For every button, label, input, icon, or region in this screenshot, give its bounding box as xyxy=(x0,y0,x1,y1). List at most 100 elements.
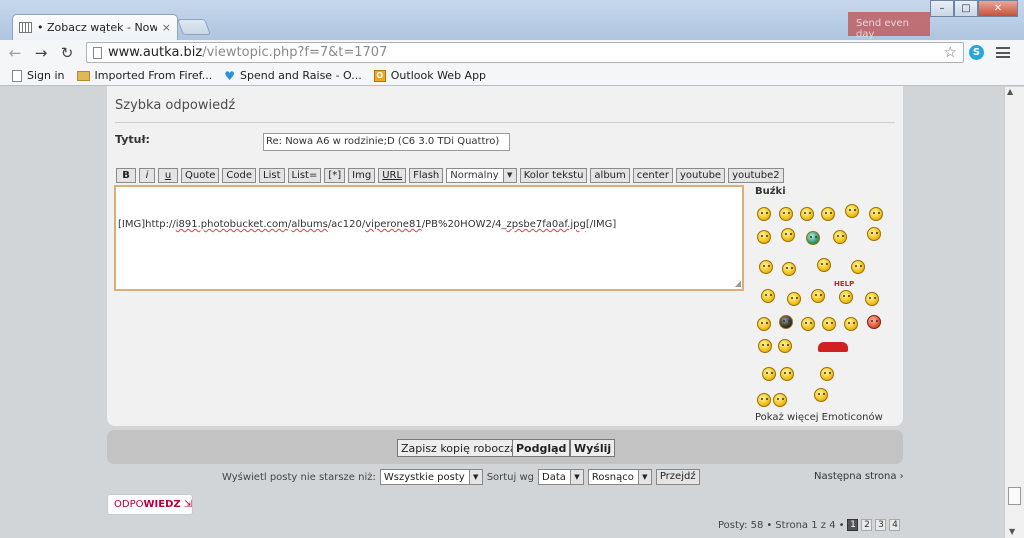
album-button[interactable]: album xyxy=(590,168,630,183)
party-emoticon-icon[interactable] xyxy=(759,260,773,274)
roll-eyes-emoticon-icon[interactable] xyxy=(757,317,771,331)
url-path: /viewtopic.php?f=7&t=1707 xyxy=(202,45,388,60)
scroll-up-arrow-icon[interactable]: ▲ xyxy=(1007,87,1013,96)
url-button[interactable]: URL xyxy=(378,168,407,183)
worried-emoticon-icon[interactable] xyxy=(822,317,836,331)
red-car-emoticon-icon[interactable] xyxy=(818,342,848,352)
underline-button[interactable]: u xyxy=(158,168,178,183)
back-arrow-icon[interactable]: ← xyxy=(4,42,26,64)
message-textarea[interactable]: [IMG]http://i891.photobucket.com/albums/… xyxy=(114,185,744,291)
preview-button[interactable]: Podgląd xyxy=(512,439,571,457)
bookmark-spend-and-raise[interactable]: ♥ Spend and Raise - O... xyxy=(224,69,362,83)
bookmark-outlook[interactable]: O Outlook Web App xyxy=(373,69,486,82)
drooling-emoticon-icon[interactable] xyxy=(806,231,820,245)
forum-favicon-icon xyxy=(19,22,32,33)
next-page-link[interactable]: Następna strona › xyxy=(814,471,904,482)
list-item-button[interactable]: [*] xyxy=(324,168,346,183)
page-2-link[interactable]: 2 xyxy=(861,519,873,531)
tab-close-icon[interactable]: × xyxy=(162,21,171,34)
scroll-down-arrow-icon[interactable]: ▼ xyxy=(1009,527,1015,536)
laugh-emoticon-icon[interactable] xyxy=(833,230,847,244)
rolling-emoticon-icon[interactable] xyxy=(778,339,792,353)
bookmark-star-icon[interactable]: ☆ xyxy=(944,43,957,61)
italic-button[interactable]: i xyxy=(139,168,155,183)
chevron-down-icon: ▼ xyxy=(468,470,482,484)
sort-direction-select[interactable]: Rosnąco ▼ xyxy=(587,469,652,485)
bold-button[interactable]: B xyxy=(116,168,136,183)
drinking-emoticon-icon[interactable] xyxy=(780,367,794,381)
ninja-emoticon-icon[interactable] xyxy=(779,315,793,329)
group-emoticon-icon[interactable] xyxy=(757,393,771,407)
flash-button[interactable]: Flash xyxy=(409,168,444,183)
confused-emoticon-icon[interactable] xyxy=(787,292,801,306)
chevron-down-icon: ▼ xyxy=(502,169,516,182)
neutral-emoticon-icon[interactable] xyxy=(801,317,815,331)
chrome-menu-icon[interactable] xyxy=(994,44,1012,61)
cheers-emoticon-icon[interactable] xyxy=(762,367,776,381)
hug-emoticon-icon[interactable] xyxy=(773,393,787,407)
go-button[interactable]: Przejdź xyxy=(655,469,700,485)
evil-emoticon-icon[interactable] xyxy=(758,339,772,353)
minimize-button[interactable]: – xyxy=(930,0,954,17)
center-button[interactable]: center xyxy=(632,168,673,183)
code-button[interactable]: Code xyxy=(222,168,257,183)
pagination: Posty: 58 • Strona 1 z 4 • 1 2 3 4 xyxy=(718,519,901,531)
close-window-button[interactable]: ✕ xyxy=(978,0,1018,17)
display-days-select[interactable]: Wszystkie posty ▼ xyxy=(379,469,483,485)
subject-input[interactable]: Re: Nowa A6 w rodzinie;D (C6 3.0 TDi Qua… xyxy=(263,133,510,151)
submit-button[interactable]: Wyślij xyxy=(570,439,616,457)
quote-button[interactable]: Quote xyxy=(181,168,220,183)
img-button[interactable]: Img xyxy=(348,168,376,183)
ordered-list-button[interactable]: List= xyxy=(287,168,322,183)
thinking-emoticon-icon[interactable] xyxy=(865,292,879,306)
scroll-thumb[interactable] xyxy=(1008,487,1021,505)
youtube-button[interactable]: youtube xyxy=(675,168,726,183)
wink-emoticon-icon[interactable] xyxy=(800,207,814,221)
help-emoticon-icon[interactable] xyxy=(839,290,853,304)
blush-emoticon-icon[interactable] xyxy=(851,260,865,274)
document-icon xyxy=(12,69,22,82)
youtube2-button[interactable]: youtube2 xyxy=(728,168,784,183)
text-color-button[interactable]: Kolor tekstu xyxy=(519,168,588,183)
page-scrollbar[interactable]: ▲ ▼ xyxy=(1004,87,1024,538)
cool-emoticon-icon[interactable] xyxy=(845,204,859,218)
smile-emoticon-icon[interactable] xyxy=(757,207,771,221)
post-reply-button[interactable]: ODPOWIEDZ ⇲ xyxy=(107,494,193,515)
shocked-emoticon-icon[interactable] xyxy=(781,228,795,242)
new-tab-button[interactable] xyxy=(177,19,211,35)
angry-emoticon-icon[interactable] xyxy=(867,315,881,329)
sort-label: Sortuj wg xyxy=(486,471,535,483)
skype-icon[interactable]: S xyxy=(969,45,984,60)
forward-arrow-icon[interactable]: → xyxy=(30,42,52,64)
happy-emoticon-icon[interactable] xyxy=(779,207,793,221)
bookmark-imported-folder[interactable]: Imported From Firef... xyxy=(76,69,212,82)
display-filter-label: Wyświetl posty nie starsze niż: xyxy=(222,471,376,483)
maximize-button[interactable]: □ xyxy=(954,0,978,17)
reading-emoticon-icon[interactable] xyxy=(820,367,834,381)
bookmark-sign-in[interactable]: Sign in xyxy=(12,69,65,82)
waving-emoticon-icon[interactable] xyxy=(814,388,828,402)
sad-emoticon-icon[interactable] xyxy=(757,230,771,244)
page-4-link[interactable]: 4 xyxy=(889,519,901,531)
display-filter-row: Wyświetl posty nie starsze niż: Wszystki… xyxy=(222,469,700,485)
dance-emoticon-icon[interactable] xyxy=(761,289,775,303)
pointing-emoticon-icon[interactable] xyxy=(817,258,831,272)
tongue-emoticon-icon[interactable] xyxy=(869,207,883,221)
sign-emoticon-icon[interactable] xyxy=(811,289,825,303)
post-count: Posty: 58 xyxy=(718,519,764,531)
save-draft-button[interactable]: Zapisz kopię roboczą xyxy=(397,439,521,457)
sort-key-select[interactable]: Data ▼ xyxy=(538,469,584,485)
sunglasses-emoticon-icon[interactable] xyxy=(844,317,858,331)
font-size-select[interactable]: Normalny ▼ xyxy=(446,168,517,183)
list-button[interactable]: List xyxy=(259,168,285,183)
reload-icon[interactable]: ↻ xyxy=(56,42,78,64)
resize-grip-icon[interactable]: ◢ xyxy=(735,279,741,288)
grin-emoticon-icon[interactable] xyxy=(821,207,835,221)
more-smilies-link[interactable]: Pokaż więcej Emoticonów xyxy=(755,412,883,423)
clap-emoticon-icon[interactable] xyxy=(867,227,881,241)
whistle-emoticon-icon[interactable] xyxy=(782,262,796,276)
browser-tab[interactable]: • Zobacz wątek - Nowa A6 × xyxy=(12,14,178,40)
page-3-link[interactable]: 3 xyxy=(875,519,887,531)
address-bar[interactable]: www.autka.biz/viewtopic.php?f=7&t=1707 ☆ xyxy=(86,42,964,63)
quick-reply-title: Szybka odpowiedź xyxy=(115,98,236,113)
